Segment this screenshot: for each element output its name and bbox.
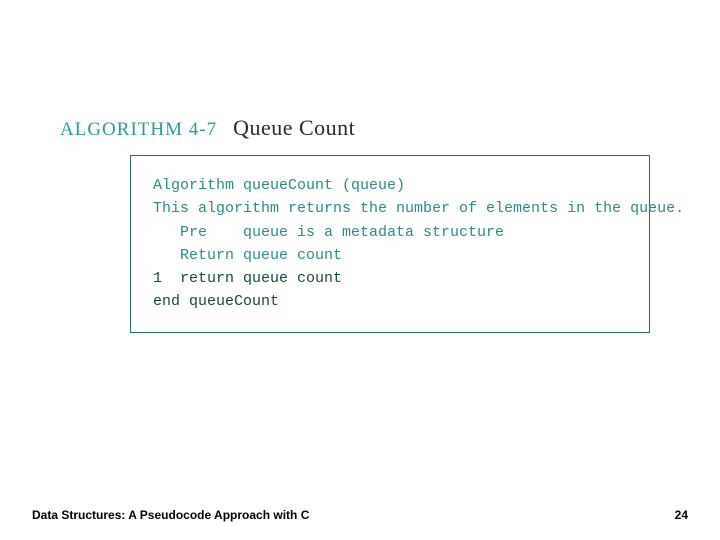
algorithm-box: Algorithm queueCount (queue) This algori… bbox=[130, 155, 650, 333]
footer-page-number: 24 bbox=[675, 508, 688, 522]
algo-line: end queueCount bbox=[153, 290, 627, 313]
algorithm-title: Queue Count bbox=[233, 115, 355, 141]
algorithm-label: ALGORITHM 4-7 bbox=[60, 119, 217, 141]
footer: Data Structures: A Pseudocode Approach w… bbox=[32, 508, 688, 522]
algo-line: This algorithm returns the number of ele… bbox=[153, 197, 627, 220]
algo-line: 1 return queue count bbox=[153, 267, 627, 290]
algo-line: Algorithm queueCount (queue) bbox=[153, 174, 627, 197]
algo-line: Pre queue is a metadata structure bbox=[153, 221, 627, 244]
algorithm-heading: ALGORITHM 4-7 Queue Count bbox=[60, 115, 355, 141]
footer-book-title: Data Structures: A Pseudocode Approach w… bbox=[32, 508, 309, 522]
algo-line: Return queue count bbox=[153, 244, 627, 267]
